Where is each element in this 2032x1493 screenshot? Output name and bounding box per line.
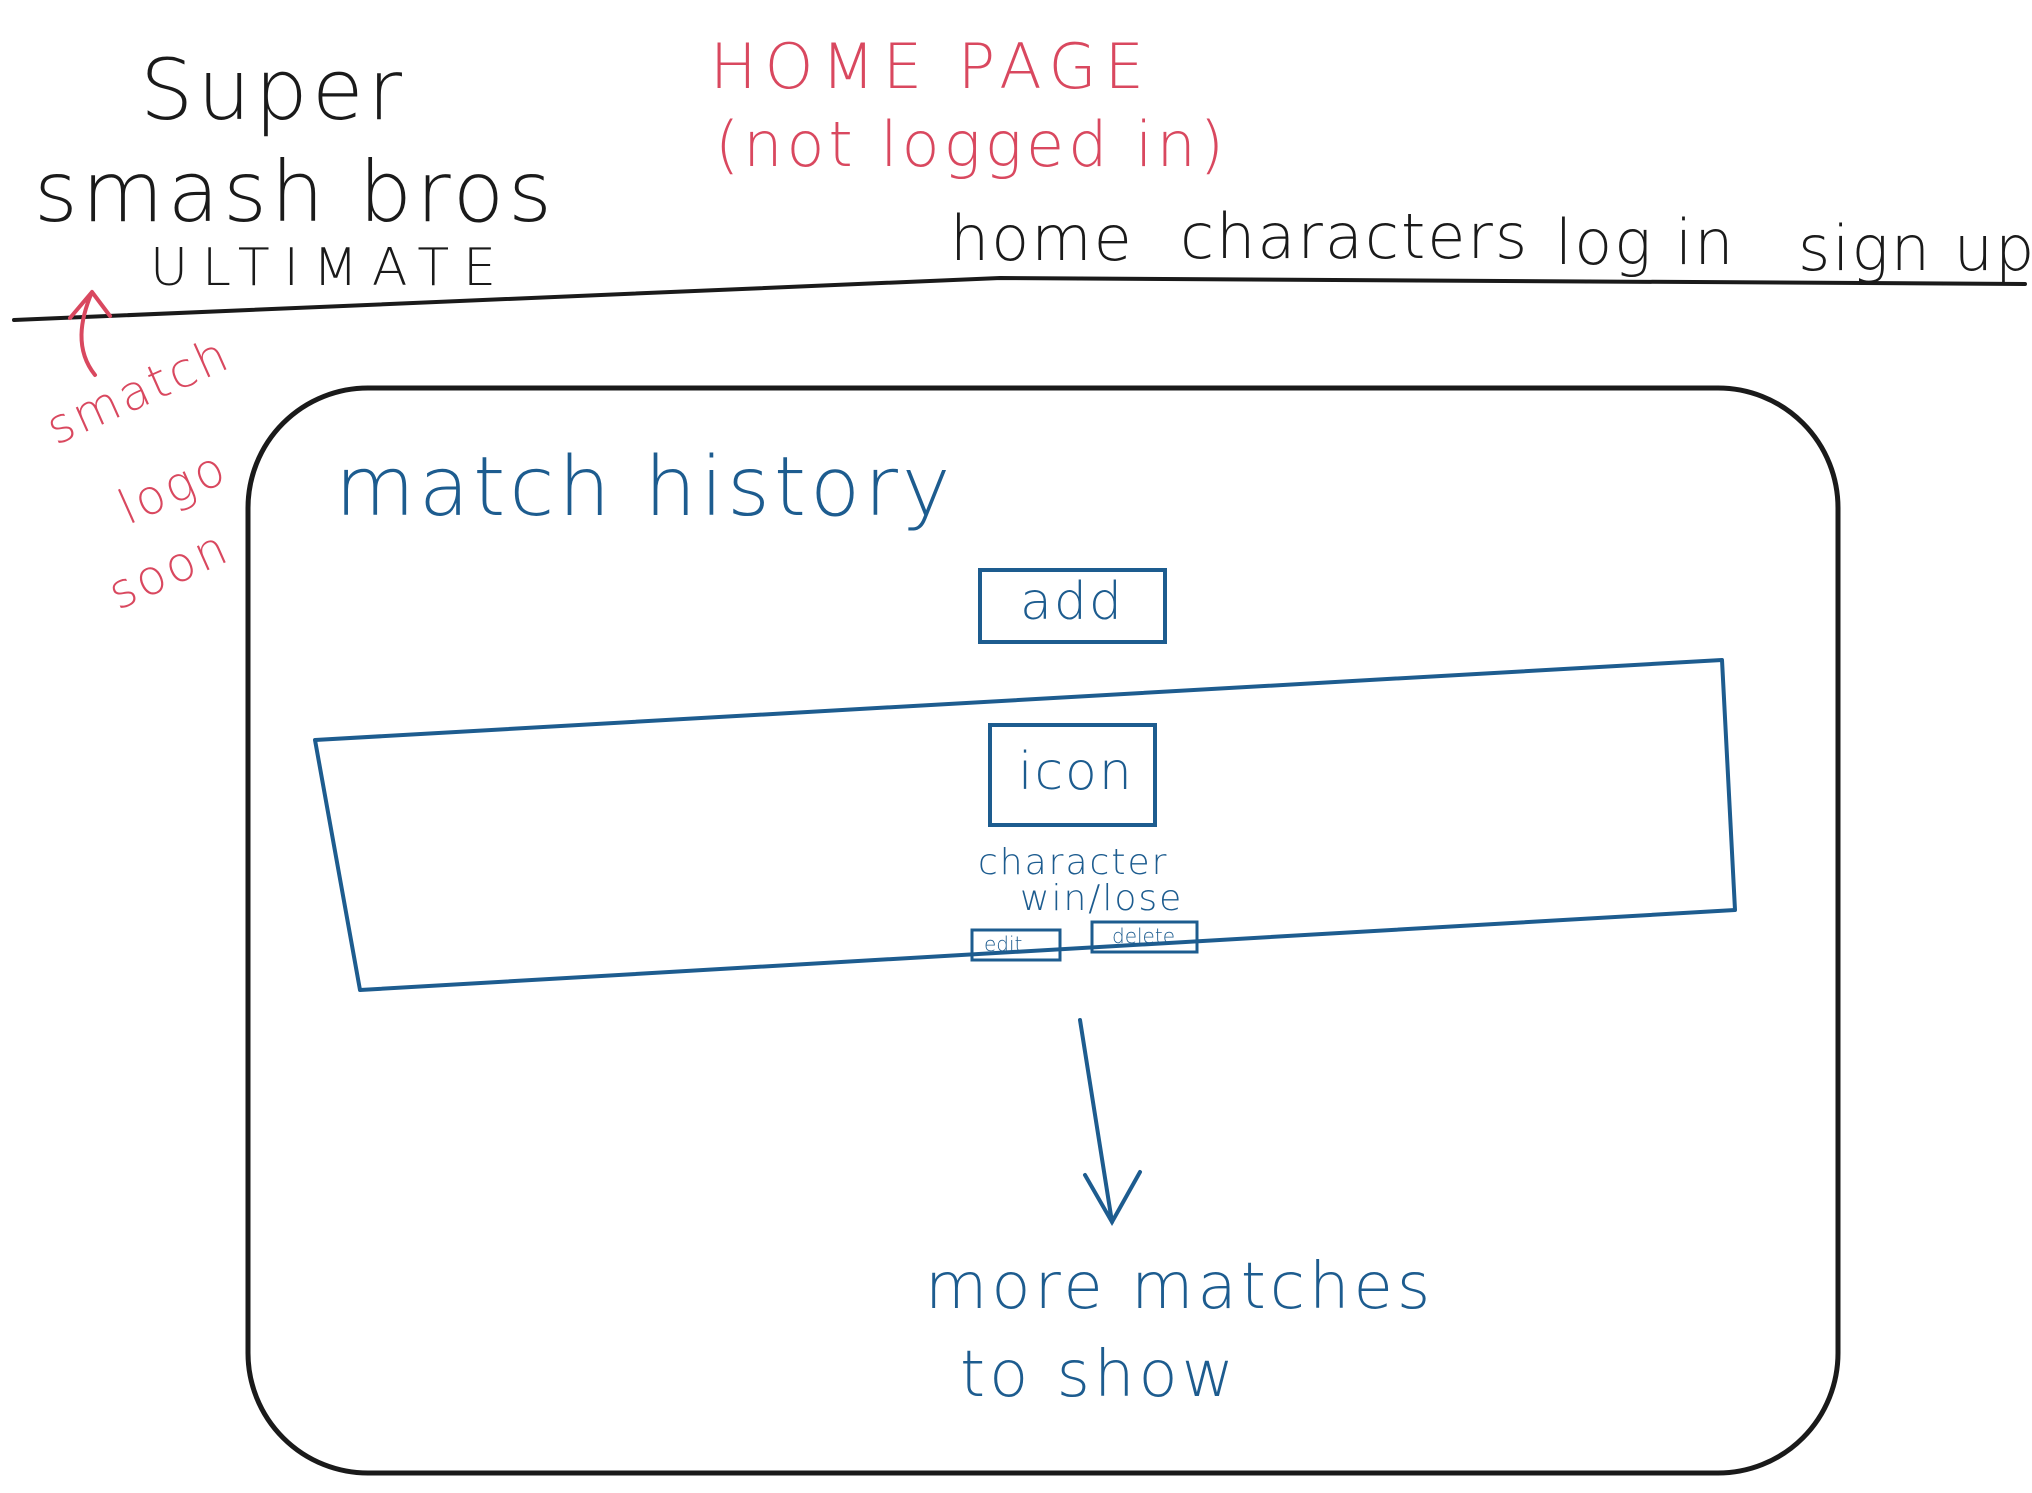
more-matches-line-1: more matches (925, 1250, 1435, 1324)
nav-signup[interactable]: sign up (1798, 212, 2032, 285)
match-history-heading: match history (335, 440, 955, 535)
nav-characters[interactable]: characters (1180, 200, 1529, 273)
brand-line-3: ULTIMATE (150, 238, 510, 298)
character-icon-placeholder: icon (1018, 742, 1134, 802)
page-note-subtitle: (not logged in) (715, 108, 1228, 181)
edit-button[interactable]: edit (984, 932, 1022, 956)
brand-line-1: Super (140, 41, 407, 139)
page-note-title: HOME PAGE (710, 30, 1152, 103)
delete-button[interactable]: delete (1112, 924, 1175, 948)
brand-line-2: smash bros (34, 143, 556, 241)
add-button[interactable]: add (1020, 572, 1124, 632)
match-result: win/lose (1020, 878, 1184, 919)
down-arrow-icon (1078, 1018, 1142, 1227)
character-name: character (978, 842, 1169, 883)
more-matches-line-2: to show (960, 1338, 1238, 1412)
nav-home[interactable]: home (950, 202, 1134, 275)
logo-arrow-icon (68, 290, 112, 377)
nav-login[interactable]: log in (1555, 206, 1736, 279)
